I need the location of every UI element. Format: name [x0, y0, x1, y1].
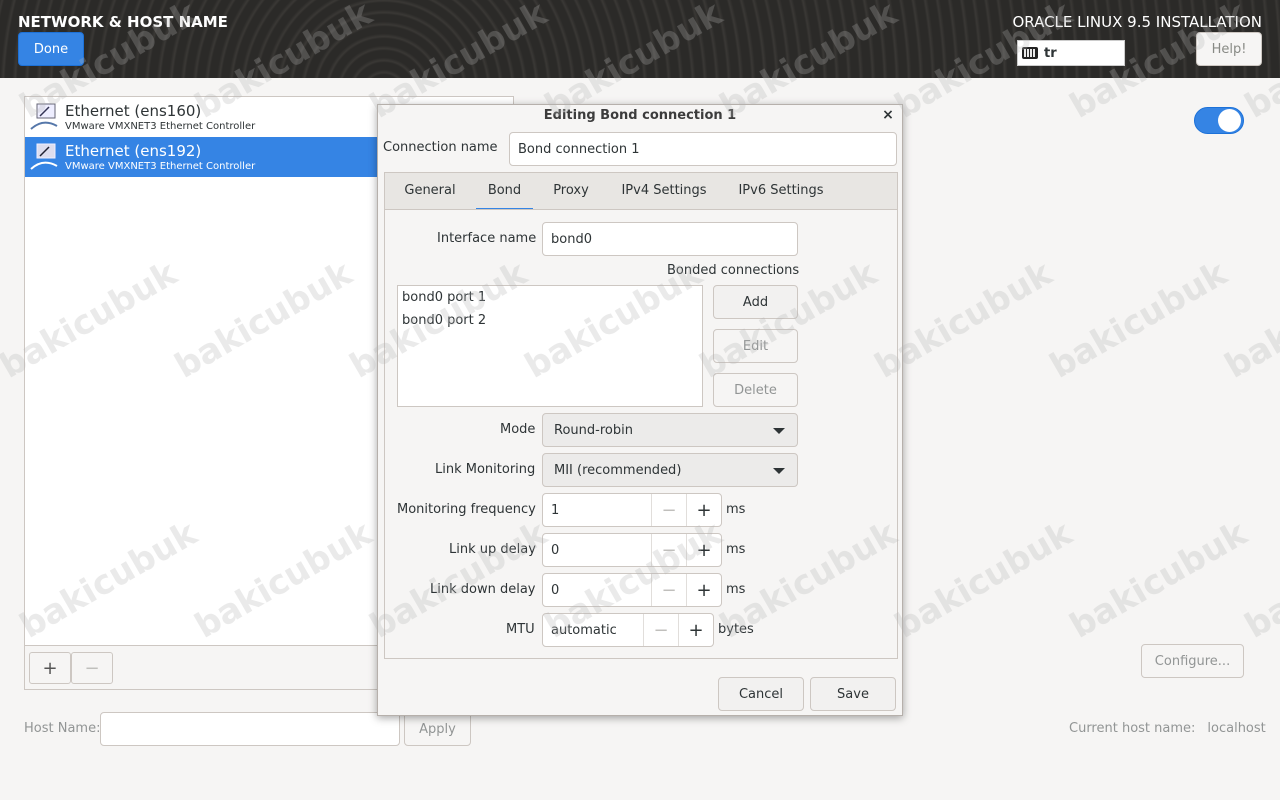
mtu-stepper[interactable]: automatic − + — [542, 613, 714, 647]
dialog-title: Editing Bond connection 1 — [543, 108, 737, 123]
mode-value: Round-robin — [554, 422, 633, 438]
increment-button[interactable]: + — [686, 494, 721, 526]
device-description: VMware VMXNET3 Ethernet Controller — [65, 161, 256, 172]
network-card-icon — [29, 102, 61, 132]
connection-name-label: Connection name — [383, 140, 498, 155]
increment-button[interactable]: + — [686, 574, 721, 606]
monitoring-frequency-stepper[interactable]: 1 − + — [542, 493, 722, 527]
configure-button[interactable]: Configure... — [1141, 644, 1244, 678]
close-icon[interactable]: × — [880, 107, 896, 123]
chevron-down-icon — [773, 428, 785, 434]
decrement-button[interactable]: − — [651, 494, 686, 526]
tab-ipv6-settings[interactable]: IPv6 Settings — [729, 173, 833, 211]
cancel-button[interactable]: Cancel — [718, 677, 804, 711]
done-button[interactable]: Done — [18, 32, 84, 66]
watermark-text: bakicubuk — [888, 513, 1079, 647]
apply-button[interactable]: Apply — [404, 712, 471, 746]
help-button[interactable]: Help! — [1196, 32, 1262, 66]
tab-proxy[interactable]: Proxy — [545, 173, 597, 211]
connection-name-input[interactable]: Bond connection 1 — [509, 132, 897, 166]
ms-unit-label: ms — [726, 502, 746, 517]
device-enable-toggle[interactable] — [1194, 107, 1244, 134]
decrement-button[interactable]: − — [643, 614, 678, 646]
edit-bond-dialog: Editing Bond connection 1 × Connection n… — [377, 104, 903, 716]
link-down-delay-value[interactable]: 0 — [543, 574, 651, 606]
ms-unit-label: ms — [726, 582, 746, 597]
current-host-value: localhost — [1207, 721, 1266, 736]
watermark-text: bakicubuk — [1043, 253, 1234, 387]
keyboard-icon — [1022, 47, 1038, 59]
interface-name-input[interactable]: bond0 — [542, 222, 798, 256]
delete-button[interactable]: Delete — [713, 373, 798, 407]
monitoring-frequency-value[interactable]: 1 — [543, 494, 651, 526]
link-down-delay-label: Link down delay — [430, 582, 536, 597]
monitoring-frequency-label: Monitoring frequency — [397, 502, 536, 517]
save-button[interactable]: Save — [810, 677, 896, 711]
ms-unit-label: ms — [726, 542, 746, 557]
header-bar: NETWORK & HOST NAME ORACLE LINUX 9.5 INS… — [0, 0, 1280, 78]
mode-select[interactable]: Round-robin — [542, 413, 798, 447]
link-down-delay-stepper[interactable]: 0 − + — [542, 573, 722, 607]
add-device-button[interactable]: + — [29, 652, 71, 684]
dialog-tab-bar: General Bond Proxy IPv4 Settings IPv6 Se… — [384, 172, 898, 211]
product-title: ORACLE LINUX 9.5 INSTALLATION — [1012, 13, 1262, 31]
decrement-button[interactable]: − — [651, 574, 686, 606]
link-up-delay-label: Link up delay — [449, 542, 536, 557]
list-item[interactable]: bond0 port 2 — [398, 309, 702, 332]
keyboard-layout-label: tr — [1044, 45, 1057, 61]
remove-device-button[interactable]: − — [71, 652, 113, 684]
tab-bond[interactable]: Bond — [476, 173, 533, 211]
device-name: Ethernet (ens192) — [65, 142, 202, 160]
tab-ipv4-settings[interactable]: IPv4 Settings — [613, 173, 715, 211]
device-name: Ethernet (ens160) — [65, 102, 202, 120]
increment-button[interactable]: + — [678, 614, 713, 646]
watermark-text: bakicubuk — [1063, 513, 1254, 647]
increment-button[interactable]: + — [686, 534, 721, 566]
watermark-text: bakicubuk — [1238, 513, 1280, 647]
current-host-name: Current host name: localhost — [1069, 721, 1266, 736]
bytes-unit-label: bytes — [718, 622, 754, 637]
mode-label: Mode — [500, 422, 536, 437]
bonded-connections-label: Bonded connections — [667, 263, 800, 278]
add-button[interactable]: Add — [713, 285, 798, 319]
interface-name-label: Interface name — [437, 231, 537, 246]
bond-tab-panel: Interface name bond0 Bonded connections … — [384, 209, 898, 659]
link-monitoring-label: Link Monitoring — [435, 462, 536, 477]
chevron-down-icon — [773, 468, 785, 474]
host-name-label: Host Name: — [24, 721, 101, 736]
bonded-connections-list: bond0 port 1 bond0 port 2 — [397, 285, 703, 407]
mtu-value[interactable]: automatic — [543, 614, 643, 646]
link-monitoring-select[interactable]: MII (recommended) — [542, 453, 798, 487]
list-item[interactable]: bond0 port 1 — [398, 286, 702, 309]
host-name-input[interactable] — [100, 712, 400, 746]
tab-general[interactable]: General — [395, 173, 465, 211]
network-card-icon — [29, 142, 61, 172]
device-description: VMware VMXNET3 Ethernet Controller — [65, 121, 256, 132]
mtu-label: MTU — [506, 622, 535, 637]
current-host-label: Current host name: — [1069, 721, 1196, 736]
watermark-text: bakicubuk — [1218, 253, 1280, 387]
link-monitoring-value: MII (recommended) — [554, 462, 682, 478]
keyboard-layout-indicator[interactable]: tr — [1017, 40, 1125, 66]
page-title: NETWORK & HOST NAME — [18, 13, 228, 31]
edit-button[interactable]: Edit — [713, 329, 798, 363]
link-up-delay-stepper[interactable]: 0 − + — [542, 533, 722, 567]
link-up-delay-value[interactable]: 0 — [543, 534, 651, 566]
decrement-button[interactable]: − — [651, 534, 686, 566]
